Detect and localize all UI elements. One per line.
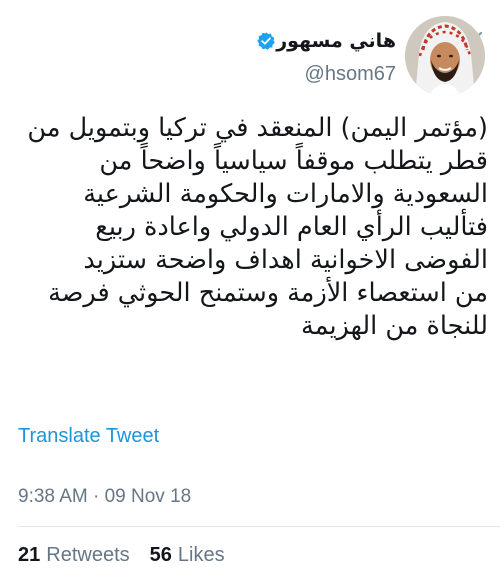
translate-tweet-link[interactable]: Translate Tweet <box>18 425 159 448</box>
retweets-label: Retweets <box>46 544 130 566</box>
name-row[interactable]: هاني مسهور <box>250 30 396 52</box>
tweet-stats: 21 Retweets 56 Likes <box>18 544 225 567</box>
tweet-timestamp[interactable]: 9:38 AM · 09 Nov 18 <box>18 486 191 508</box>
likes-stat[interactable]: 56 Likes <box>150 544 225 567</box>
likes-label: Likes <box>177 544 225 566</box>
user-avatar-image <box>405 16 485 96</box>
verified-badge-icon <box>257 32 275 50</box>
tweet-line: فتأليب الرأي العام الدولي واعادة ربيع <box>95 212 488 242</box>
retweets-stat[interactable]: 21 Retweets <box>18 544 130 567</box>
display-name[interactable]: هاني مسهور <box>276 30 396 52</box>
tweet-line: قطر يتطلب موقفاً سياسياً واضحاً من <box>99 146 488 176</box>
divider <box>18 526 500 527</box>
tweet-line: من استعصاء الأزمة وستمنح الحوثي فرصة <box>48 278 488 308</box>
tweet-line: السعودية والامارات والحكومة الشرعية <box>83 179 488 209</box>
tweet-line: الفوضى الاخوانية اهداف واضحة ستزيد <box>83 245 488 275</box>
tweet-text: (مؤتمر اليمن) المنعقد في تركيا وبتمويل م… <box>12 112 488 343</box>
tweet-line: للنجاة من الهزيمة <box>301 311 488 341</box>
user-handle[interactable]: @hsom67 <box>305 63 396 86</box>
tweet-header: هاني مسهور @hsom67 <box>0 0 500 100</box>
tweet-line: (مؤتمر اليمن) المنعقد في تركيا وبتمويل م… <box>27 113 488 143</box>
likes-count: 56 <box>149 544 172 566</box>
retweets-count: 21 <box>18 544 41 566</box>
avatar[interactable] <box>405 16 485 96</box>
